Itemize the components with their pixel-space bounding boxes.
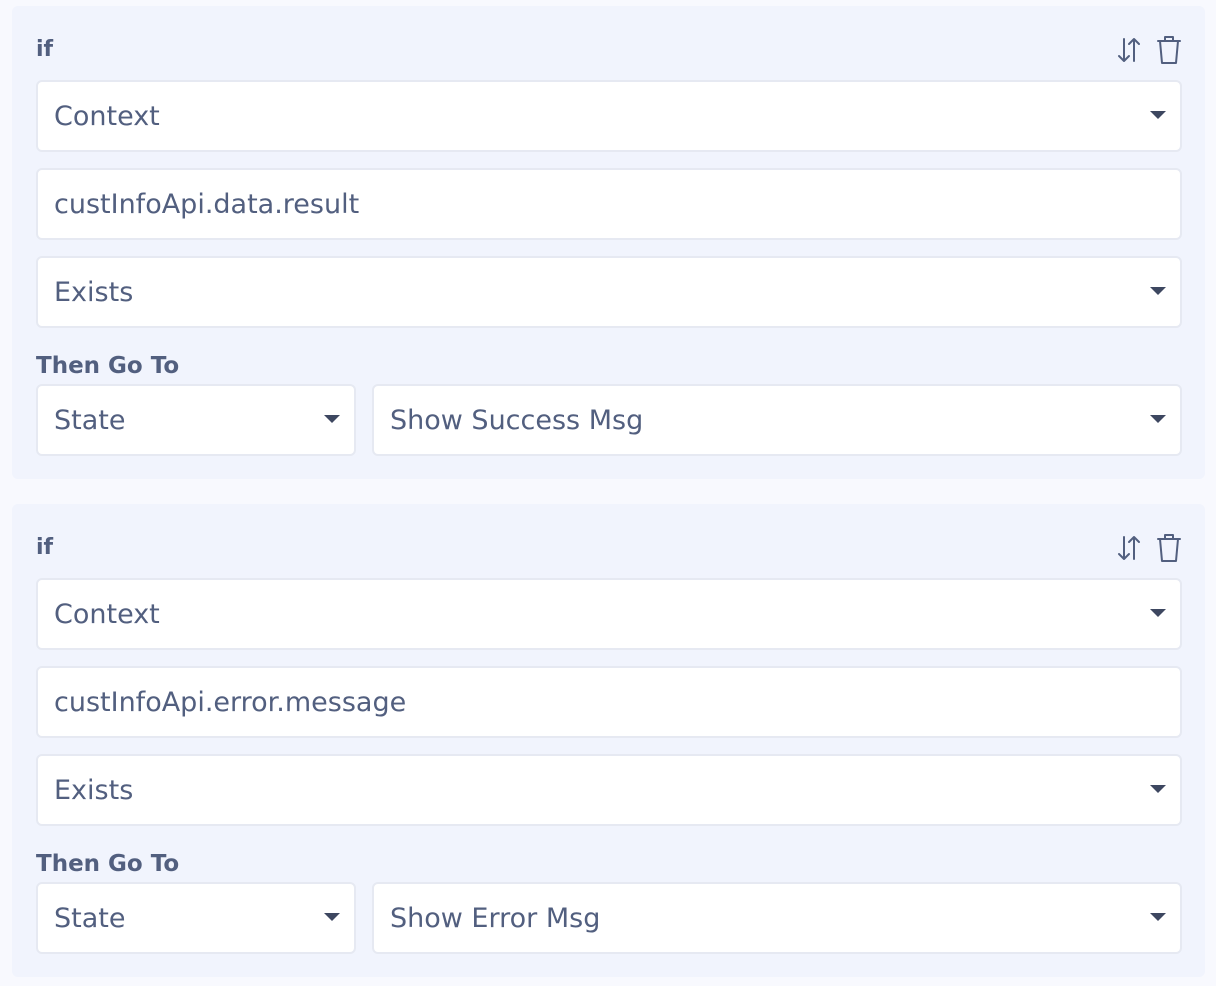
target-type-select[interactable]: State <box>36 882 356 954</box>
source-select[interactable]: Context <box>36 80 1182 152</box>
path-input[interactable]: custInfoApi.data.result <box>36 168 1182 240</box>
operator-select[interactable]: Exists <box>36 754 1182 826</box>
chevron-down-icon <box>1150 609 1166 617</box>
target-value: Show Error Msg <box>390 902 601 934</box>
rule-actions <box>1115 34 1183 66</box>
source-select[interactable]: Context <box>36 578 1182 650</box>
trash-icon[interactable] <box>1155 34 1183 66</box>
path-input-value: custInfoApi.error.message <box>54 686 407 718</box>
chevron-down-icon <box>324 913 340 921</box>
chevron-down-icon <box>1150 415 1166 423</box>
sort-arrows-icon[interactable] <box>1115 532 1143 564</box>
target-value: Show Success Msg <box>390 404 644 436</box>
chevron-down-icon <box>1150 111 1166 119</box>
if-label: if <box>36 37 54 62</box>
chevron-down-icon <box>1150 287 1166 295</box>
path-input-value: custInfoApi.data.result <box>54 188 360 220</box>
rule-actions <box>1115 532 1183 564</box>
operator-select[interactable]: Exists <box>36 256 1182 328</box>
target-type-value: State <box>54 902 126 934</box>
rule-card: if Context custInfoApi.error.message Exi… <box>12 504 1205 977</box>
rules-editor: if Context custInfoApi.data.result Exist… <box>0 0 1216 986</box>
source-select-value: Context <box>54 598 160 630</box>
target-select[interactable]: Show Success Msg <box>372 384 1182 456</box>
target-select[interactable]: Show Error Msg <box>372 882 1182 954</box>
operator-select-value: Exists <box>54 276 134 308</box>
target-type-value: State <box>54 404 126 436</box>
path-input[interactable]: custInfoApi.error.message <box>36 666 1182 738</box>
target-type-select[interactable]: State <box>36 384 356 456</box>
rule-card: if Context custInfoApi.data.result Exist… <box>12 6 1205 479</box>
chevron-down-icon <box>324 415 340 423</box>
if-label: if <box>36 535 54 560</box>
operator-select-value: Exists <box>54 774 134 806</box>
chevron-down-icon <box>1150 785 1166 793</box>
trash-icon[interactable] <box>1155 532 1183 564</box>
then-go-to-label: Then Go To <box>36 353 180 379</box>
source-select-value: Context <box>54 100 160 132</box>
sort-arrows-icon[interactable] <box>1115 34 1143 66</box>
chevron-down-icon <box>1150 913 1166 921</box>
then-go-to-label: Then Go To <box>36 851 180 877</box>
